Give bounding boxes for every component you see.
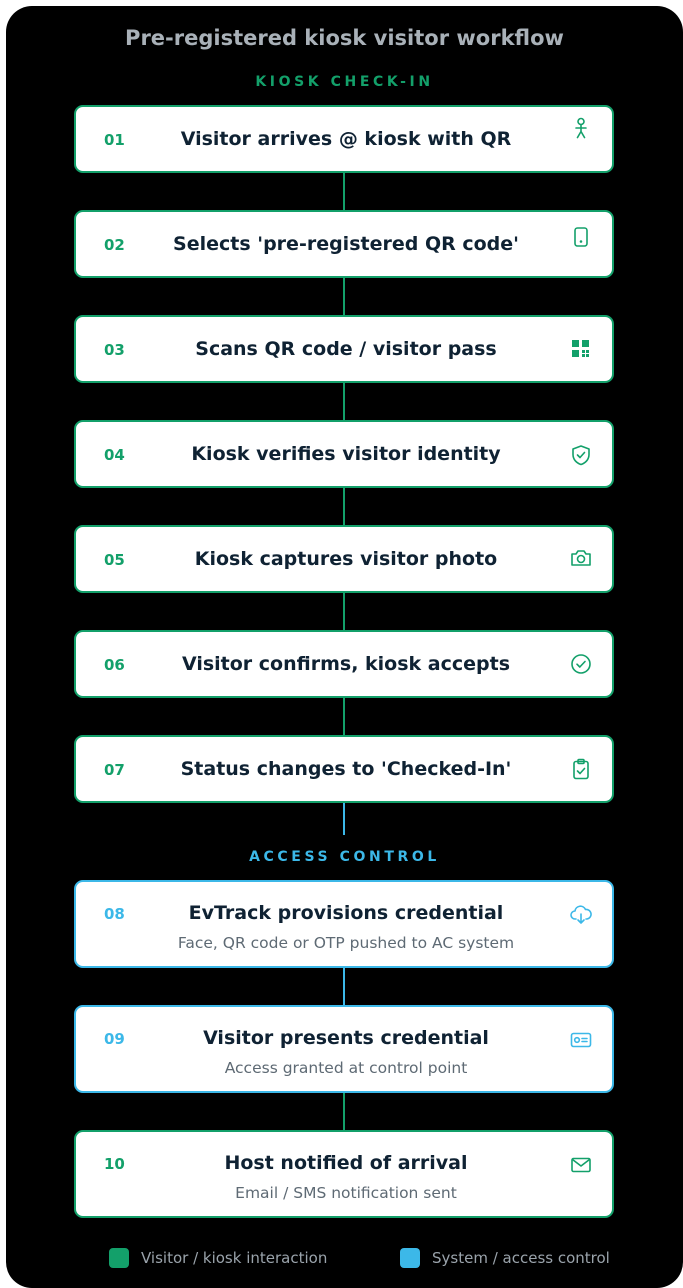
clipboard-check-icon <box>570 758 592 780</box>
connector-4-5 <box>343 488 345 525</box>
step-title: Status changes to 'Checked-In' <box>180 758 512 780</box>
check-circle-icon <box>570 653 592 675</box>
step-title: EvTrack provisions credential <box>188 902 504 924</box>
step-card-08: 08 EvTrack provisions credential Face, Q… <box>74 880 614 968</box>
step-title: Visitor arrives @ kiosk with QR <box>180 128 512 150</box>
step-card-03: 03 Scans QR code / visitor pass <box>74 315 614 383</box>
connector-8-9 <box>343 968 345 1005</box>
step-card-01: 01 Visitor arrives @ kiosk with QR <box>74 105 614 173</box>
legend-swatch-system <box>400 1248 420 1268</box>
step-subtitle: Email / SMS notification sent <box>235 1184 457 1202</box>
step-title: Visitor presents credential <box>203 1027 489 1049</box>
legend-label-system: System / access control <box>432 1249 610 1267</box>
connector-2-3 <box>343 278 345 315</box>
step-card-07: 07 Status changes to 'Checked-In' <box>74 735 614 803</box>
step-card-10: 10 Host notified of arrival Email / SMS … <box>74 1130 614 1218</box>
cloud-download-icon <box>570 904 592 926</box>
section-label-kiosk: KIOSK CHECK-IN <box>255 74 434 90</box>
shield-check-icon <box>570 444 592 466</box>
step-card-05: 05 Kiosk captures visitor photo <box>74 525 614 593</box>
step-card-06: 06 Visitor confirms, kiosk accepts <box>74 630 614 698</box>
step-card-04: 04 Kiosk verifies visitor identity <box>74 420 614 488</box>
phone-icon <box>570 226 592 248</box>
qr-icon <box>570 338 592 360</box>
connector-6-7 <box>343 698 345 735</box>
step-title: Visitor confirms, kiosk accepts <box>181 653 511 675</box>
step-card-02: 02 Selects 'pre-registered QR code' <box>74 210 614 278</box>
connector-5-6 <box>343 593 345 630</box>
step-card-09: 09 Visitor presents credential Access gr… <box>74 1005 614 1093</box>
step-title: Kiosk captures visitor photo <box>194 548 498 570</box>
connector-9-10 <box>343 1093 345 1130</box>
person-icon <box>570 117 592 139</box>
step-title: Scans QR code / visitor pass <box>195 338 497 360</box>
step-title: Kiosk verifies visitor identity <box>191 443 501 465</box>
legend-swatch-kiosk <box>109 1248 129 1268</box>
connector-1-2 <box>343 173 345 210</box>
connector-3-4 <box>343 383 345 420</box>
diagram-title: Pre-registered kiosk visitor workflow <box>125 26 564 50</box>
section-label-access: ACCESS CONTROL <box>249 849 440 865</box>
legend-label-kiosk: Visitor / kiosk interaction <box>141 1249 328 1267</box>
step-title: Host notified of arrival <box>224 1152 468 1174</box>
connector-7-section <box>343 803 345 835</box>
step-subtitle: Face, QR code or OTP pushed to AC system <box>177 934 515 952</box>
step-subtitle: Access granted at control point <box>224 1059 468 1077</box>
camera-icon <box>570 547 592 569</box>
id-card-icon <box>570 1029 592 1051</box>
mail-icon <box>570 1154 592 1176</box>
step-title: Selects 'pre-registered QR code' <box>173 233 519 255</box>
